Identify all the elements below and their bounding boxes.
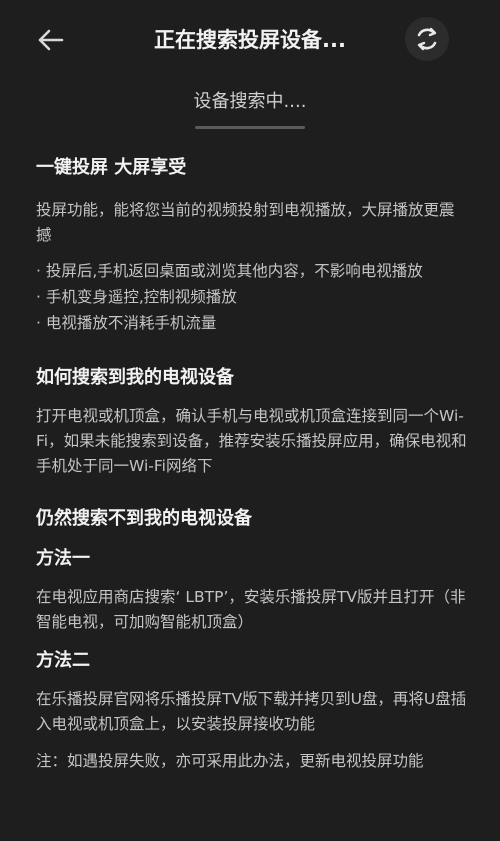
- section-desc-one-click: 投屏功能，能将您当前的视频投射到电视播放，大屏播放更震撼: [36, 201, 455, 244]
- refresh-button[interactable]: [405, 17, 449, 61]
- list-item: · 电视播放不消耗手机流量: [36, 314, 217, 332]
- header: 正在搜索投屏设备...: [0, 0, 500, 80]
- back-button[interactable]: [30, 22, 70, 58]
- section-heading-still-not-found: 仍然搜索不到我的电视设备: [36, 508, 252, 529]
- note-text: 注：如遇投屏失败，亦可采用此办法，更新电视投屏功能: [36, 752, 424, 770]
- page-title: 正在搜索投屏设备...: [154, 28, 346, 52]
- feature-list: · 投屏后,手机返回桌面或浏览其他内容，不影响电视播放 · 手机变身遥控,控制视…: [36, 258, 468, 336]
- method-one-desc: 在电视应用商店搜索‘ LBTP’，安装乐播投屏TV版并且打开（非智能电视，可加购…: [36, 588, 466, 631]
- method-two-title: 方法二: [36, 650, 90, 671]
- list-item: · 投屏后,手机返回桌面或浏览其他内容，不影响电视播放: [36, 262, 423, 280]
- method-two-desc: 在乐播投屏官网将乐播投屏TV版下载并拷贝到U盘，再将U盘插入电视或机顶盒上，以安…: [36, 690, 467, 733]
- section-heading-one-click: 一键投屏 大屏享受: [36, 157, 187, 178]
- search-status: 设备搜索中....: [193, 91, 307, 112]
- section-desc-how-to-search: 打开电视或机顶盒，确认手机与电视或机顶盒连接到同一个Wi-Fi，如果未能搜索到设…: [36, 407, 467, 475]
- method-one-title: 方法一: [36, 548, 90, 569]
- section-heading-how-to-search: 如何搜索到我的电视设备: [36, 367, 234, 388]
- list-item: · 手机变身遥控,控制视频播放: [36, 288, 237, 306]
- status-underline: [195, 126, 305, 129]
- refresh-icon: [417, 27, 437, 51]
- arrow-left-icon: [38, 29, 64, 51]
- help-content: 一键投屏 大屏享受 投屏功能，能将您当前的视频投射到电视播放，大屏播放更震撼 ·…: [36, 150, 468, 774]
